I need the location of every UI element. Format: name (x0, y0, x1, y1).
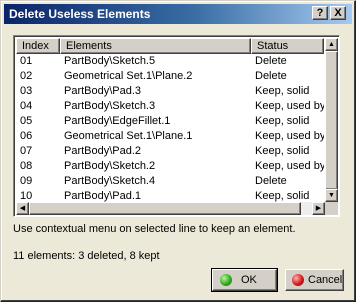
horizontal-scroll-thumb[interactable] (29, 202, 301, 215)
arrow-right-icon[interactable]: ▶ (312, 202, 325, 215)
red-ball-icon (292, 274, 304, 286)
cancel-button[interactable]: Cancel (285, 269, 344, 291)
cancel-button-label: Cancel (308, 274, 343, 286)
row-status: Keep, solid (255, 145, 310, 157)
column-header-elements[interactable]: Elements (60, 38, 251, 54)
row-element: PartBody\EdgeFillet.1 (64, 115, 171, 127)
vertical-scrollbar[interactable]: ▲ ▼ (325, 38, 338, 202)
hint-text: Use contextual menu on selected line to … (13, 223, 296, 235)
scrollbar-corner (325, 202, 338, 215)
table-header: Index Elements Status (16, 38, 324, 54)
table-row[interactable]: 03 PartBody\Pad.3 Keep, solid (16, 84, 324, 99)
row-element: PartBody\Pad.3 (64, 85, 142, 97)
green-ball-icon (220, 274, 232, 286)
row-element: PartBody\Sketch.3 (64, 100, 156, 112)
table-body: 01 PartBody\Sketch.5 Delete 02 Geometrical S… (16, 54, 324, 204)
row-status: Delete (255, 55, 287, 67)
column-header-status[interactable]: Status (251, 38, 324, 54)
title-bar[interactable]: Delete Useless Elements ? X (4, 4, 352, 24)
row-status: Delete (255, 175, 287, 187)
row-element: Geometrical Set.1\Plane.1 (64, 130, 193, 142)
row-index: 02 (20, 70, 33, 82)
table-row[interactable]: 05 PartBody\EdgeFillet.1 Keep, solid (16, 114, 324, 129)
row-element: PartBody\Pad.2 (64, 145, 142, 157)
row-status: Keep, solid (255, 115, 310, 127)
row-element: Geometrical Set.1\Plane.2 (64, 70, 193, 82)
row-index: 01 (20, 55, 33, 67)
close-button[interactable]: X (330, 6, 346, 20)
column-header-index[interactable]: Index (16, 38, 60, 54)
table-row[interactable]: 09 PartBody\Sketch.4 Delete (16, 174, 324, 189)
table-row[interactable]: 06 Geometrical Set.1\Plane.1 Keep, used by (16, 129, 324, 144)
horizontal-scrollbar[interactable]: ◀ ▶ (16, 202, 325, 215)
row-element: PartBody\Sketch.4 (64, 175, 156, 187)
row-index: 07 (20, 145, 33, 157)
row-index: 04 (20, 100, 33, 112)
row-element: PartBody\Sketch.2 (64, 160, 156, 172)
row-index: 03 (20, 85, 33, 97)
vertical-scroll-thumb[interactable] (325, 51, 338, 190)
arrow-down-icon[interactable]: ▼ (325, 189, 338, 202)
table-row[interactable]: 02 Geometrical Set.1\Plane.2 Delete (16, 69, 324, 84)
dialog-title: Delete Useless Elements (9, 7, 151, 21)
table-row[interactable]: 07 PartBody\Pad.2 Keep, solid (16, 144, 324, 159)
elements-list[interactable]: Index Elements Status 01 PartBody\Sketch.… (13, 35, 340, 217)
row-status: Keep, used by (255, 130, 324, 142)
row-index: 05 (20, 115, 33, 127)
help-button[interactable]: ? (312, 6, 328, 20)
table-row[interactable]: 04 PartBody\Sketch.3 Keep, used by (16, 99, 324, 114)
row-status: Keep, used by (255, 160, 324, 172)
row-element: PartBody\Sketch.5 (64, 55, 156, 67)
row-index: 08 (20, 160, 33, 172)
row-index: 06 (20, 130, 33, 142)
arrow-left-icon[interactable]: ◀ (16, 202, 29, 215)
ok-button-label: OK (241, 274, 257, 286)
row-status: Delete (255, 70, 287, 82)
row-status: Keep, used by (255, 100, 324, 112)
summary-text: 11 elements: 3 deleted, 8 kept (13, 250, 160, 262)
arrow-up-icon[interactable]: ▲ (325, 38, 338, 51)
row-status: Keep, solid (255, 85, 310, 97)
row-index: 09 (20, 175, 33, 187)
table-row[interactable]: 01 PartBody\Sketch.5 Delete (16, 54, 324, 69)
ok-button[interactable]: OK (211, 268, 278, 292)
table-row[interactable]: 08 PartBody\Sketch.2 Keep, used by (16, 159, 324, 174)
delete-useless-elements-dialog: Delete Useless Elements ? X Index Elemen… (0, 0, 356, 302)
